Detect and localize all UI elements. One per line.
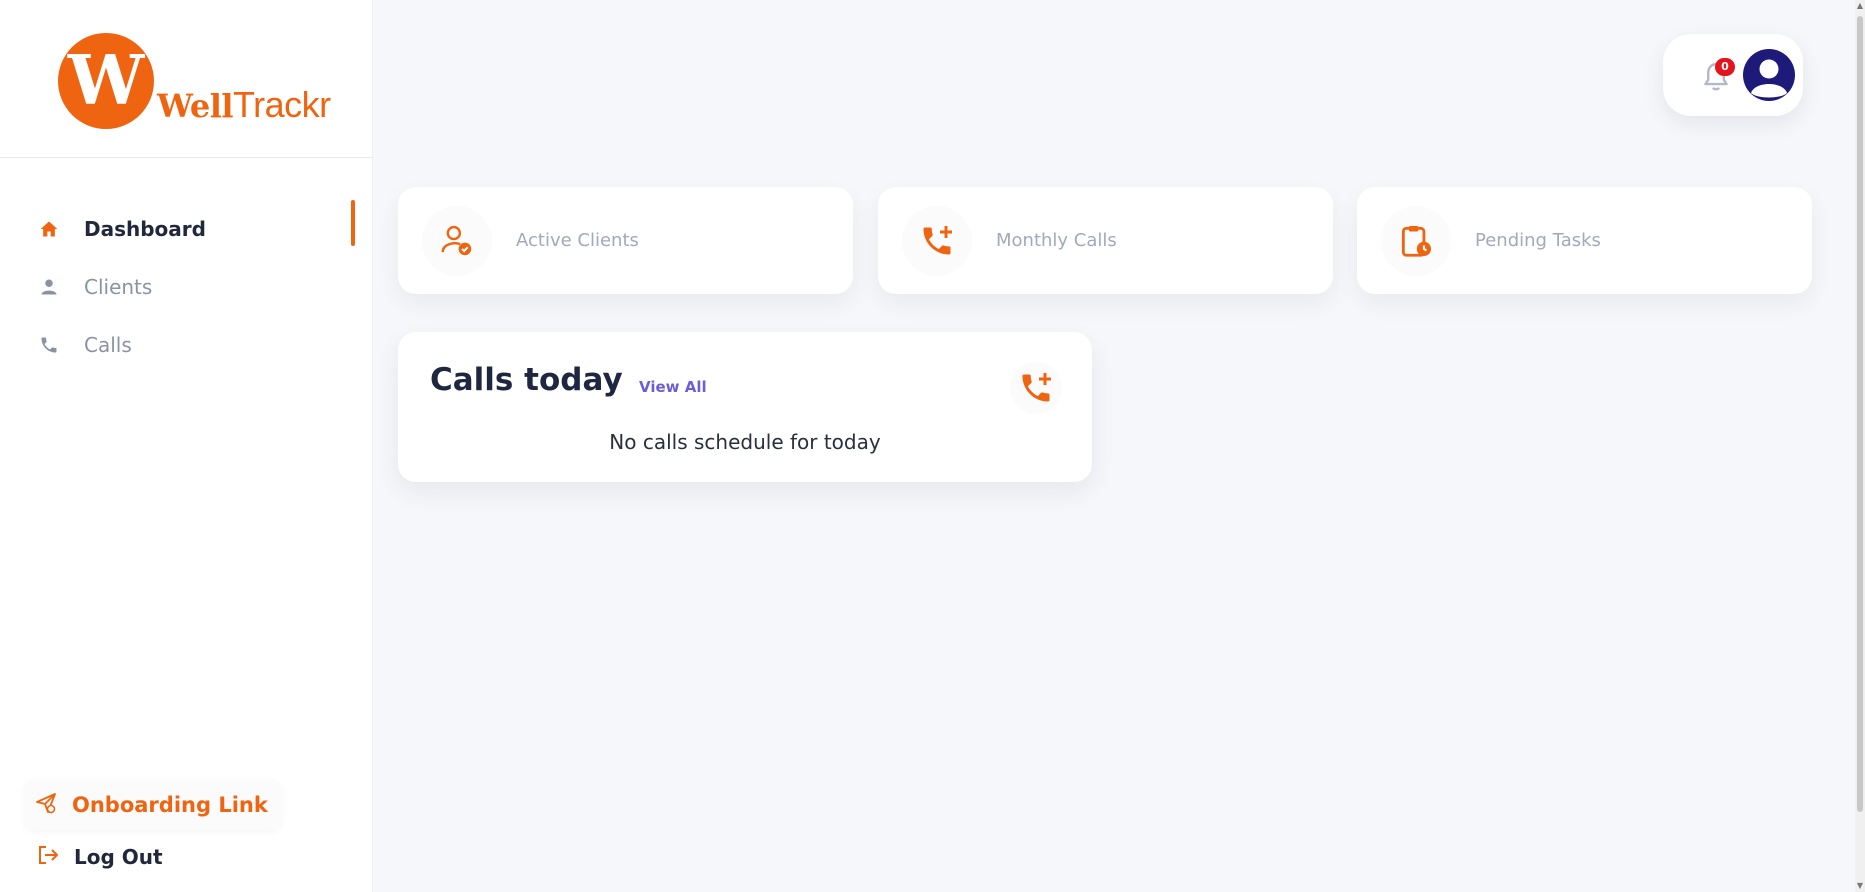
stat-label: Active Clients xyxy=(516,230,639,251)
logo[interactable]: W WellTrackr xyxy=(0,0,373,158)
sidebar-item-clients[interactable]: Clients xyxy=(0,258,373,316)
main-content: 0 Active Clients Monthly Calls Pending T… xyxy=(373,0,1865,892)
notification-badge: 0 xyxy=(1715,58,1735,76)
phone-icon xyxy=(38,334,60,356)
scrollbar-thumb[interactable] xyxy=(1857,16,1863,812)
calls-today-card: Calls today View All No calls schedule f… xyxy=(398,332,1092,482)
send-icon xyxy=(34,791,58,819)
logo-mark: W xyxy=(58,33,154,129)
header-actions: 0 xyxy=(1663,34,1803,116)
stat-card-pending-tasks[interactable]: Pending Tasks xyxy=(1357,187,1812,294)
logo-wordmark: WellTrackr xyxy=(157,84,331,126)
sidebar-item-label: Clients xyxy=(84,275,153,299)
active-indicator xyxy=(351,200,355,246)
client-check-icon xyxy=(422,205,492,276)
sidebar-item-dashboard[interactable]: Dashboard xyxy=(0,200,373,258)
scroll-up-icon[interactable]: ▲ xyxy=(1855,0,1865,12)
view-all-link[interactable]: View All xyxy=(639,378,707,396)
stat-label: Monthly Calls xyxy=(996,230,1117,251)
sidebar-item-calls[interactable]: Calls xyxy=(0,316,373,374)
add-call-icon[interactable] xyxy=(1010,362,1062,414)
home-icon xyxy=(38,218,60,240)
logo-word-bold: Well xyxy=(157,87,234,125)
vertical-scrollbar[interactable]: ▲ ▼ xyxy=(1855,0,1865,892)
stat-card-active-clients[interactable]: Active Clients xyxy=(398,187,853,294)
onboarding-link-label: Onboarding Link xyxy=(72,793,268,817)
sidebar: W WellTrackr Dashboard Clients Calls Onb… xyxy=(0,0,373,892)
empty-state-message: No calls schedule for today xyxy=(609,430,881,454)
calls-today-title: Calls today xyxy=(430,362,623,398)
avatar[interactable] xyxy=(1743,49,1795,101)
logout-icon xyxy=(36,843,60,871)
sidebar-item-label: Calls xyxy=(84,333,132,357)
scroll-down-icon[interactable]: ▼ xyxy=(1855,880,1865,892)
stat-label: Pending Tasks xyxy=(1475,230,1601,251)
onboarding-link-button[interactable]: Onboarding Link xyxy=(24,780,282,830)
logout-button[interactable]: Log Out xyxy=(24,832,282,882)
sidebar-bottom-actions: Onboarding Link Log Out xyxy=(24,780,282,882)
logo-word-rest: Trackr xyxy=(233,84,331,125)
app-root: W WellTrackr Dashboard Clients Calls Onb… xyxy=(0,0,1865,892)
sidebar-nav: Dashboard Clients Calls xyxy=(0,200,373,374)
phone-plus-icon xyxy=(902,205,972,276)
person-icon xyxy=(38,276,60,298)
stat-card-monthly-calls[interactable]: Monthly Calls xyxy=(878,187,1333,294)
logout-label: Log Out xyxy=(74,845,163,869)
sidebar-item-label: Dashboard xyxy=(84,217,206,241)
clipboard-clock-icon xyxy=(1381,205,1451,276)
